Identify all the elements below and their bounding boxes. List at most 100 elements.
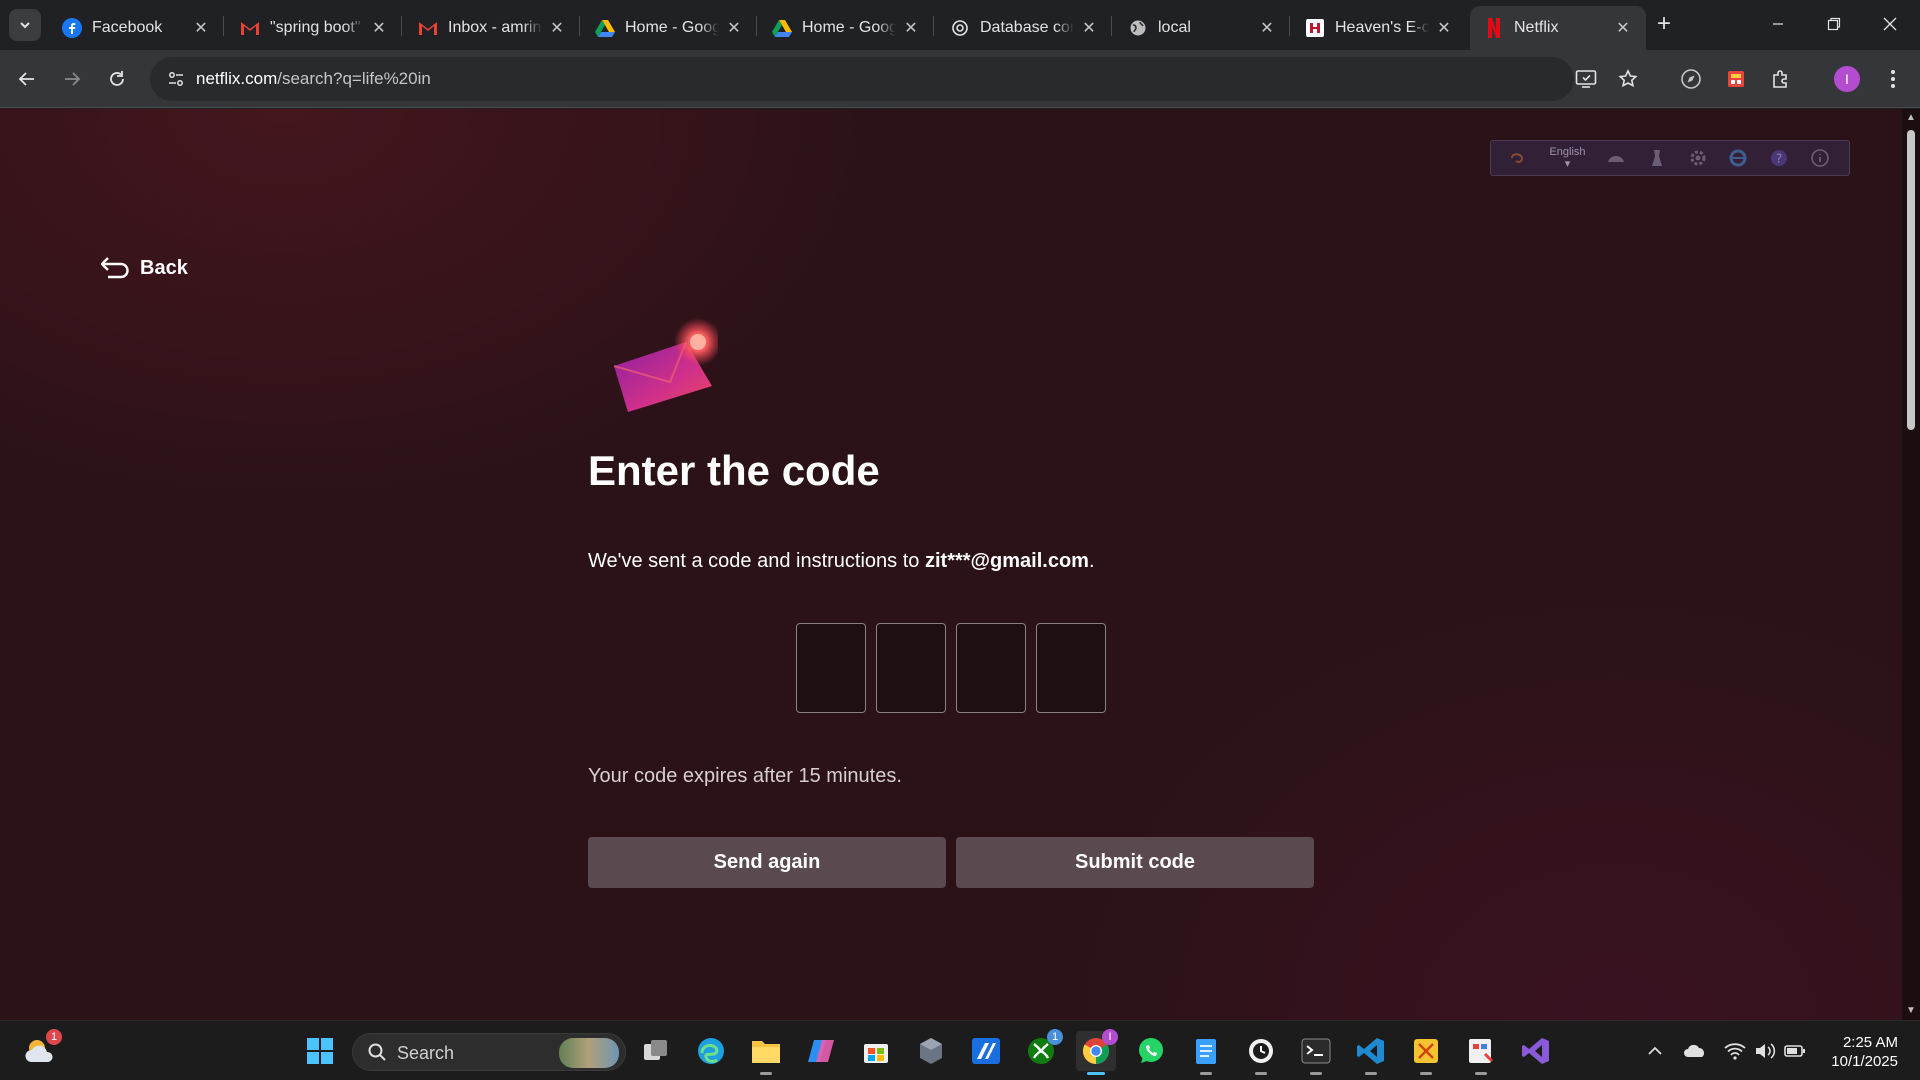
- chatgpt-icon: [950, 18, 970, 38]
- tab-title: Home - Goog: [802, 19, 896, 36]
- reload-button[interactable]: [101, 63, 133, 95]
- close-icon[interactable]: ✕: [370, 19, 388, 37]
- close-icon[interactable]: ✕: [192, 19, 210, 37]
- taskbar-clock-app[interactable]: [1241, 1031, 1281, 1075]
- taskbar-chrome[interactable]: I: [1076, 1029, 1118, 1075]
- bookmark-star-icon[interactable]: [1612, 63, 1644, 95]
- info-icon[interactable]: [1809, 147, 1831, 169]
- chevron-up-icon[interactable]: [1643, 1039, 1667, 1063]
- close-icon[interactable]: ✕: [1080, 19, 1098, 37]
- tab-drive-1[interactable]: Home - Goog ✕: [581, 6, 757, 50]
- tab-search-button[interactable]: [9, 9, 41, 41]
- extension-red-button[interactable]: [1720, 63, 1752, 95]
- description-prefix: We've sent a code and instructions to: [588, 550, 925, 572]
- undo-arrow-icon: [100, 257, 129, 279]
- tab-local[interactable]: local ✕: [1114, 6, 1290, 50]
- extension-swirl-icon[interactable]: [1508, 147, 1530, 169]
- back-link[interactable]: Back: [100, 255, 188, 281]
- scroll-thumb[interactable]: [1907, 130, 1915, 430]
- taskbar-store[interactable]: [856, 1031, 896, 1071]
- scroll-down-arrow-icon[interactable]: ▼: [1906, 1006, 1916, 1016]
- language-selector[interactable]: English ▾: [1549, 146, 1585, 170]
- taskbar-search-box[interactable]: Search: [352, 1033, 626, 1071]
- tab-title: Inbox - amrin: [448, 19, 542, 36]
- minimize-button[interactable]: [1750, 0, 1806, 48]
- start-button[interactable]: [300, 1031, 340, 1071]
- weather-widget[interactable]: 1: [20, 1029, 62, 1071]
- tab-drive-2[interactable]: Home - Goog ✕: [758, 6, 934, 50]
- close-window-button[interactable]: [1862, 0, 1918, 48]
- back-nav-button[interactable]: [11, 63, 43, 95]
- wifi-icon[interactable]: [1723, 1039, 1747, 1063]
- gmail-icon: [240, 18, 260, 38]
- tab-title: Database con: [980, 19, 1074, 36]
- taskbar-paint[interactable]: [1461, 1031, 1501, 1075]
- close-icon[interactable]: ✕: [1614, 19, 1632, 37]
- page-scrollbar[interactable]: ▲ ▼: [1902, 109, 1920, 1020]
- profile-avatar[interactable]: I: [1834, 66, 1860, 92]
- tab-facebook[interactable]: Facebook ✕: [48, 6, 224, 50]
- tab-netflix[interactable]: Netflix ✕: [1470, 6, 1646, 50]
- extensions-button[interactable]: [1765, 63, 1797, 95]
- taskbar-app-cube[interactable]: [911, 1031, 951, 1071]
- taskbar-xbox[interactable]: 1: [1021, 1029, 1063, 1071]
- close-icon[interactable]: ✕: [725, 19, 743, 37]
- chrome-menu-button[interactable]: [1877, 63, 1909, 95]
- code-digit-2[interactable]: [876, 623, 946, 713]
- volume-icon[interactable]: [1753, 1039, 1777, 1063]
- install-app-icon[interactable]: [1570, 63, 1602, 95]
- description-suffix: .: [1088, 550, 1095, 572]
- close-icon[interactable]: ✕: [548, 19, 566, 37]
- submit-code-button[interactable]: Submit code: [956, 837, 1314, 888]
- extension-compass-button[interactable]: [1675, 63, 1707, 95]
- tab-gmail-search[interactable]: "spring boot" ✕: [226, 6, 402, 50]
- taskbar-notepad[interactable]: [1186, 1031, 1226, 1075]
- code-digit-3[interactable]: [956, 623, 1026, 713]
- tab-database[interactable]: Database con ✕: [936, 6, 1112, 50]
- close-icon[interactable]: ✕: [902, 19, 920, 37]
- system-clock[interactable]: 2:25 AM 10/1/2025: [1818, 1033, 1898, 1071]
- hat-icon[interactable]: [1605, 147, 1627, 169]
- taskbar-copilot[interactable]: [801, 1031, 841, 1071]
- taskbar-edge[interactable]: [691, 1031, 731, 1071]
- tab-gmail-inbox[interactable]: Inbox - amrin ✕: [404, 6, 580, 50]
- send-again-button[interactable]: Send again: [588, 837, 946, 888]
- folder-icon: [752, 1041, 780, 1063]
- battery-icon[interactable]: [1783, 1039, 1807, 1063]
- new-tab-button[interactable]: +: [1650, 10, 1678, 38]
- extension-overlay-toolbar: English ▾ ?: [1490, 140, 1850, 176]
- task-view-button[interactable]: [636, 1031, 676, 1071]
- clock-date: 10/1/2025: [1831, 1053, 1898, 1070]
- taskbar-whatsapp[interactable]: [1131, 1031, 1171, 1071]
- gear-icon[interactable]: [1687, 147, 1709, 169]
- url-path: /search?q=life%20in: [277, 69, 431, 88]
- forward-nav-button[interactable]: [56, 63, 88, 95]
- terminal-icon: [1301, 1038, 1331, 1064]
- taskbar-vscode[interactable]: [1351, 1031, 1391, 1075]
- chess-piece-icon[interactable]: [1646, 147, 1668, 169]
- url-text[interactable]: netflix.com/search?q=life%20in: [196, 69, 431, 89]
- site-info-icon[interactable]: [160, 63, 192, 95]
- close-icon[interactable]: ✕: [1258, 19, 1276, 37]
- google-drive-icon: [595, 18, 615, 38]
- puzzle-icon: [1773, 70, 1787, 88]
- close-icon[interactable]: ✕: [1435, 19, 1453, 37]
- taskbar-terminal[interactable]: [1296, 1031, 1336, 1075]
- taskbar-visual-studio[interactable]: [1516, 1031, 1556, 1071]
- code-digit-4[interactable]: [1036, 623, 1106, 713]
- code-digit-1[interactable]: [796, 623, 866, 713]
- address-bar[interactable]: netflix.com/search?q=life%20in: [150, 57, 1638, 101]
- taskbar-file-explorer[interactable]: [746, 1031, 786, 1075]
- tab-heavens[interactable]: Heaven's E-c ✕: [1291, 6, 1467, 50]
- browser-e-icon[interactable]: [1727, 147, 1749, 169]
- help-icon[interactable]: ?: [1768, 147, 1790, 169]
- onedrive-icon[interactable]: [1683, 1039, 1707, 1063]
- tab-title: Facebook: [92, 19, 163, 36]
- restore-button[interactable]: [1806, 0, 1862, 48]
- code-expiry-note: Your code expires after 15 minutes.: [588, 765, 902, 787]
- scroll-up-arrow-icon[interactable]: ▲: [1906, 113, 1916, 123]
- clock-icon: [1249, 1039, 1273, 1063]
- taskbar-app-blue[interactable]: [966, 1031, 1006, 1071]
- xbox-badge: 1: [1047, 1029, 1063, 1045]
- taskbar-snipping-tool[interactable]: [1406, 1031, 1446, 1075]
